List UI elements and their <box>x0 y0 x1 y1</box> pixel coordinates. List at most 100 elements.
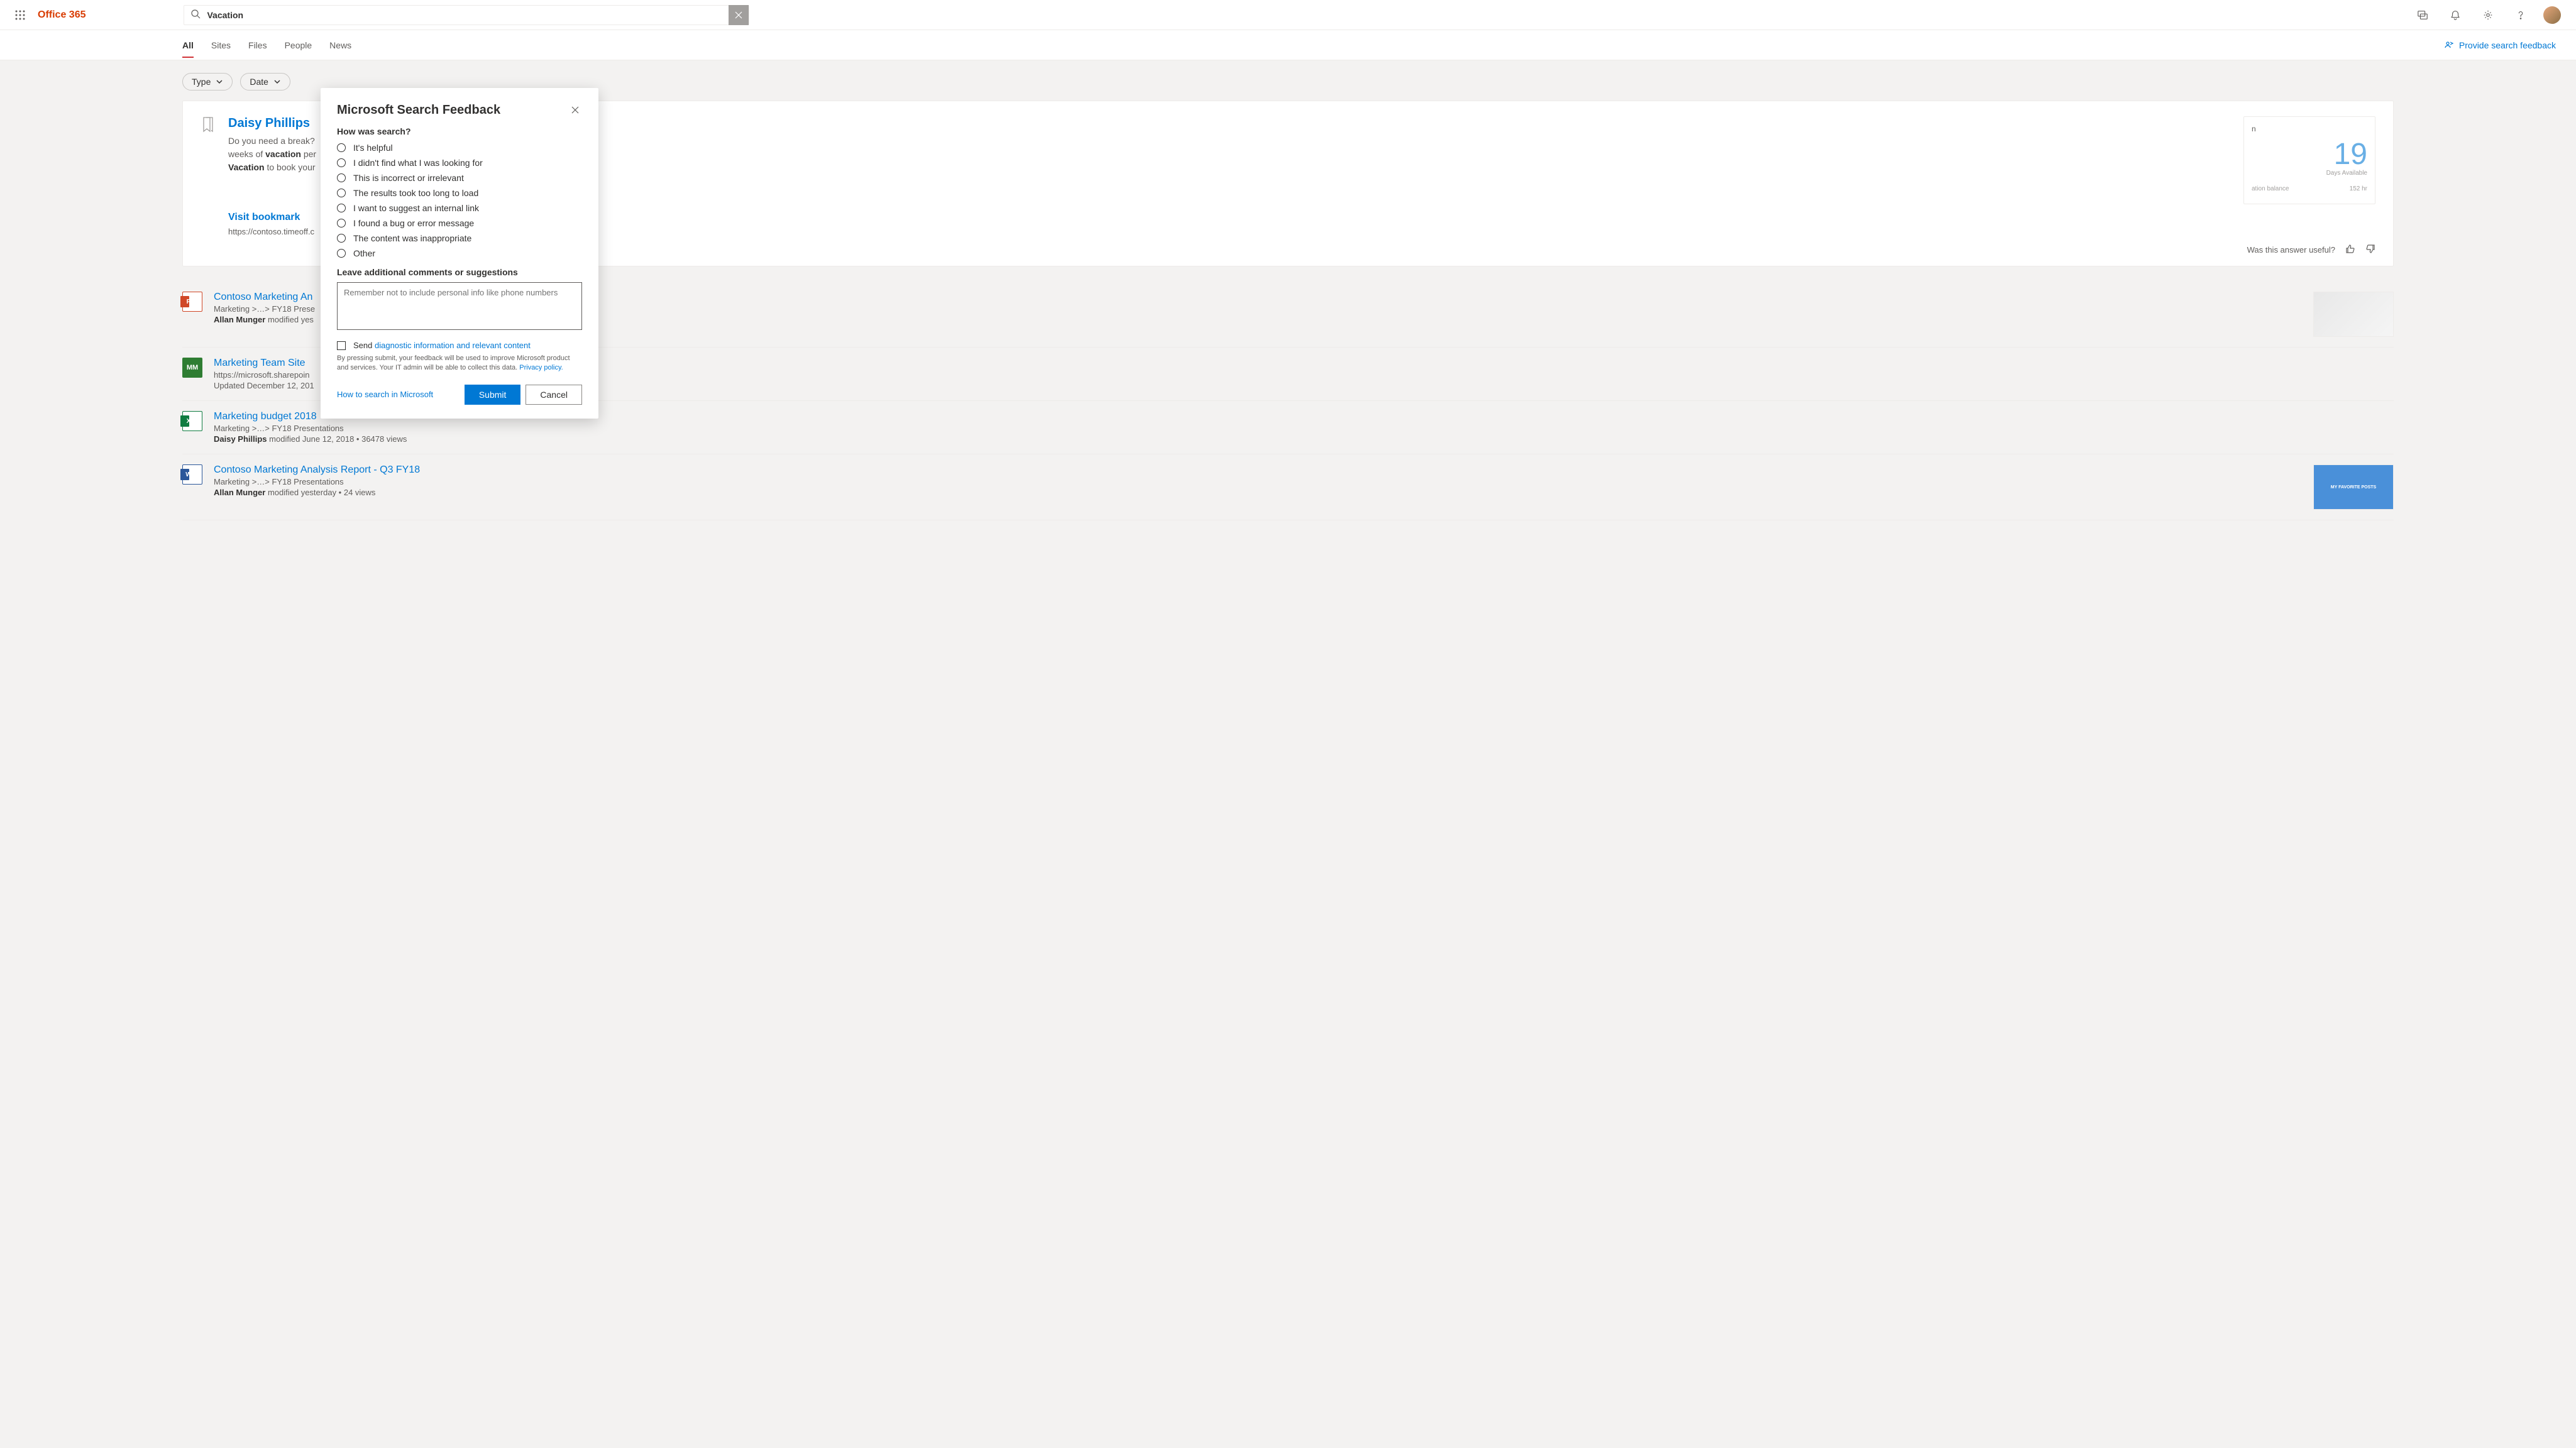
modal-question: How was search? <box>337 126 582 136</box>
diagnostic-link[interactable]: diagnostic information and relevant cont… <box>375 341 531 350</box>
help-icon <box>2515 9 2526 21</box>
diagnostic-checkbox[interactable] <box>337 341 346 350</box>
waffle-icon <box>15 10 25 20</box>
feedback-icon <box>2444 40 2454 50</box>
answer-useful-label: Was this answer useful? <box>2247 245 2335 255</box>
thumbs-up-icon <box>2345 244 2355 254</box>
feedback-option-label: I didn't find what I was looking for <box>353 158 483 168</box>
chat-icon <box>2417 9 2428 21</box>
feedback-option-label: Other <box>353 248 375 258</box>
search-clear-button[interactable] <box>729 5 749 25</box>
doc-file-icon: W <box>182 464 202 485</box>
thumbs-down-icon <box>2365 244 2375 254</box>
chevron-down-icon <box>216 78 223 85</box>
settings-button[interactable] <box>2473 0 2503 30</box>
feedback-option-0[interactable]: It's helpful <box>337 143 582 153</box>
feedback-modal: Microsoft Search Feedback How was search… <box>321 88 598 419</box>
feedback-option-6[interactable]: The content was inappropriate <box>337 233 582 243</box>
tab-sites[interactable]: Sites <box>211 33 231 58</box>
tabs-row: All Sites Files People News Provide sear… <box>0 30 2576 60</box>
modal-title: Microsoft Search Feedback <box>337 103 500 118</box>
widget-days-label: Days Available <box>2252 170 2367 177</box>
radio-icon <box>337 173 346 182</box>
fine-print: By pressing submit, your feedback will b… <box>337 354 582 373</box>
feedback-option-label: The content was inappropriate <box>353 233 471 243</box>
result-title[interactable]: Contoso Marketing Analysis Report - Q3 F… <box>214 464 2302 476</box>
header: Office 365 <box>0 0 2576 30</box>
feedback-option-label: The results took too long to load <box>353 188 478 198</box>
result-path: Marketing >…> FY18 Presentations <box>214 477 2302 486</box>
tab-all[interactable]: All <box>182 33 194 58</box>
widget-title: n <box>2252 124 2367 133</box>
header-actions <box>2403 0 2571 30</box>
feedback-option-label: This is incorrect or irrelevant <box>353 173 464 183</box>
feedback-option-2[interactable]: This is incorrect or irrelevant <box>337 173 582 183</box>
feedback-option-label: I found a bug or error message <box>353 218 474 228</box>
radio-icon <box>337 204 346 212</box>
tab-news[interactable]: News <box>329 33 351 58</box>
modal-close-button[interactable] <box>568 103 582 119</box>
feedback-option-5[interactable]: I found a bug or error message <box>337 218 582 228</box>
result-thumbnail: MY FAVORITE POSTS <box>2313 464 2394 510</box>
feedback-option-3[interactable]: The results took too long to load <box>337 188 582 198</box>
avatar[interactable] <box>2543 6 2561 24</box>
close-icon <box>571 106 580 114</box>
radio-icon <box>337 219 346 228</box>
privacy-link[interactable]: Privacy policy. <box>519 364 563 371</box>
result-meta: Daisy Phillips modified June 12, 2018 • … <box>214 434 2394 444</box>
thumbs-up-button[interactable] <box>2345 244 2355 256</box>
radio-icon <box>337 249 346 258</box>
help-button[interactable] <box>2506 0 2536 30</box>
filter-date[interactable]: Date <box>240 73 290 90</box>
ppt-file-icon: P <box>182 292 202 312</box>
bookmark-icon <box>201 116 216 236</box>
xls-file-icon: X <box>182 411 202 431</box>
feedback-options: It's helpful I didn't find what I was loo… <box>337 143 582 258</box>
comments-textarea[interactable] <box>337 282 582 330</box>
result-meta: Allan Munger modified yesterday • 24 vie… <box>214 488 2302 497</box>
tabs: All Sites Files People News <box>182 33 351 58</box>
radio-icon <box>337 158 346 167</box>
tab-files[interactable]: Files <box>248 33 267 58</box>
chat-button[interactable] <box>2408 0 2438 30</box>
filter-type[interactable]: Type <box>182 73 233 90</box>
tab-people[interactable]: People <box>285 33 312 58</box>
feedback-option-label: I want to suggest an internal link <box>353 203 479 213</box>
result-row: W Contoso Marketing Analysis Report - Q3 … <box>182 454 2394 520</box>
radio-icon <box>337 143 346 152</box>
result-path: Marketing >…> FY18 Presentations <box>214 424 2394 433</box>
feedback-option-7[interactable]: Other <box>337 248 582 258</box>
submit-button[interactable]: Submit <box>465 385 521 405</box>
provide-feedback-link-label: Provide search feedback <box>2459 40 2556 50</box>
search-icon <box>184 9 207 21</box>
search-container <box>184 5 749 25</box>
filter-type-label: Type <box>192 77 211 87</box>
widget-balance-row: ation balance 152 hr <box>2252 185 2367 192</box>
widget-days-number: 19 <box>2252 140 2367 170</box>
bell-icon <box>2450 9 2461 21</box>
result-thumbnail <box>2313 292 2394 337</box>
notifications-button[interactable] <box>2440 0 2470 30</box>
diagnostic-row: Send diagnostic information and relevant… <box>337 341 582 350</box>
cancel-button[interactable]: Cancel <box>526 385 582 405</box>
thumbs-down-button[interactable] <box>2365 244 2375 256</box>
gear-icon <box>2482 9 2494 21</box>
send-prefix: Send <box>353 341 372 350</box>
result-body: Contoso Marketing Analysis Report - Q3 F… <box>214 464 2302 510</box>
howto-link[interactable]: How to search in Microsoft <box>337 390 433 399</box>
search-input[interactable] <box>207 10 729 20</box>
app-name[interactable]: Office 365 <box>35 9 96 21</box>
provide-feedback-link[interactable]: Provide search feedback <box>2444 40 2556 50</box>
feedback-option-1[interactable]: I didn't find what I was looking for <box>337 158 582 168</box>
close-icon <box>734 11 743 19</box>
site-file-icon: MM <box>182 358 202 378</box>
filter-date-label: Date <box>250 77 268 87</box>
comments-label: Leave additional comments or suggestions <box>337 267 582 277</box>
app-launcher-button[interactable] <box>5 0 35 30</box>
vacation-widget: n 19 Days Available ation balance 152 hr <box>2243 116 2375 204</box>
feedback-option-4[interactable]: I want to suggest an internal link <box>337 203 582 213</box>
radio-icon <box>337 189 346 197</box>
search-box[interactable] <box>184 5 749 25</box>
radio-icon <box>337 234 346 243</box>
chevron-down-icon <box>273 78 281 85</box>
